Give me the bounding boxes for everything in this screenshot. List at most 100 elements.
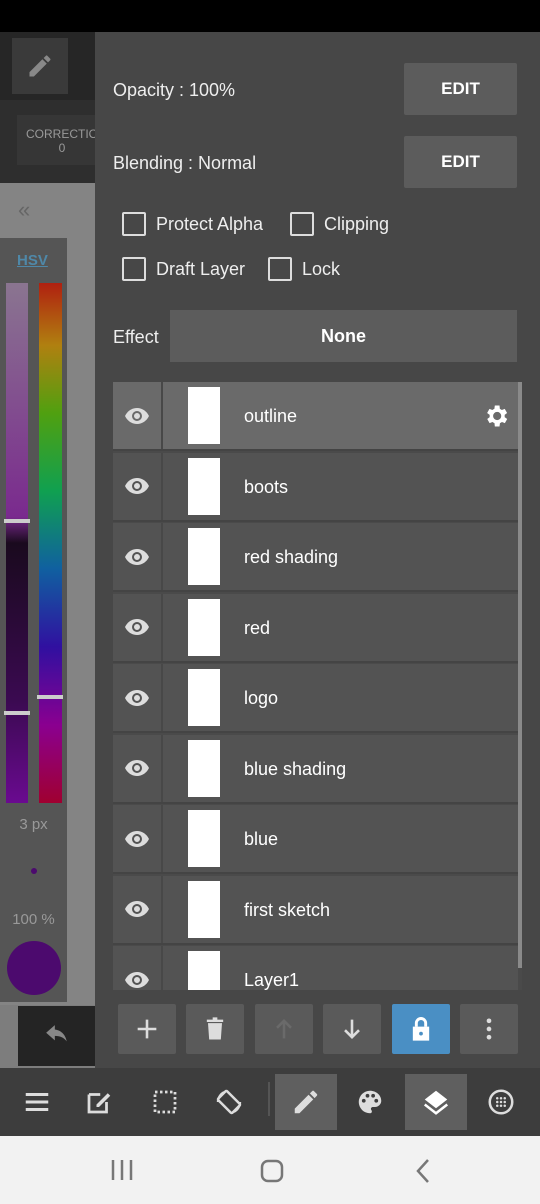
bottom-toolbar bbox=[0, 1068, 540, 1136]
checkbox-box[interactable] bbox=[268, 257, 292, 281]
move-up-layer-button[interactable] bbox=[255, 1004, 313, 1054]
trash-layer-button[interactable] bbox=[186, 1004, 244, 1054]
layer-row[interactable]: outline bbox=[113, 382, 518, 451]
layer-thumbnail bbox=[188, 739, 220, 797]
layer-name: red shading bbox=[244, 547, 339, 567]
draft-layer-checkbox[interactable]: Draft Layer bbox=[122, 257, 245, 281]
layer-name: boots bbox=[244, 476, 289, 497]
visibility-eye-icon[interactable] bbox=[113, 734, 163, 802]
palette-icon bbox=[358, 1090, 382, 1114]
back-icon[interactable] bbox=[415, 1158, 431, 1184]
layer-list[interactable]: outline boots red shading red logo blue shadi… bbox=[113, 382, 522, 990]
tool-bar bbox=[0, 32, 95, 100]
brush-opacity[interactable]: 100 % bbox=[0, 911, 67, 928]
selection-icon bbox=[153, 1090, 177, 1114]
protect-alpha-checkbox[interactable]: Protect Alpha bbox=[122, 212, 263, 236]
canvas-area: CORRECTIO 0 « HSV 3 px 100 % bbox=[0, 32, 95, 1068]
undo-button[interactable] bbox=[18, 1006, 95, 1066]
layer-settings-gear-icon[interactable] bbox=[482, 402, 510, 435]
visibility-eye-icon[interactable] bbox=[113, 523, 163, 590]
pencil-icon bbox=[294, 1090, 318, 1114]
hsv-tab[interactable]: HSV bbox=[17, 252, 48, 269]
more-vertical-layer-button[interactable] bbox=[460, 1004, 518, 1054]
layer-list-scrollbar[interactable] bbox=[518, 382, 522, 968]
pencil-tool-button[interactable] bbox=[275, 1074, 337, 1130]
undo-icon bbox=[45, 1025, 67, 1042]
palette-tool-button[interactable] bbox=[339, 1074, 401, 1130]
lock-checkbox[interactable]: Lock bbox=[268, 257, 340, 281]
visibility-eye-icon[interactable] bbox=[113, 452, 163, 520]
rotate-icon bbox=[216, 1089, 242, 1115]
layer-row[interactable]: red shading bbox=[113, 523, 518, 592]
move-down-layer-button[interactable] bbox=[323, 1004, 381, 1054]
visibility-eye-icon[interactable] bbox=[113, 946, 163, 990]
edit-tool-button[interactable] bbox=[68, 1074, 130, 1130]
layers-tool-button[interactable] bbox=[405, 1074, 467, 1130]
layer-thumbnail bbox=[188, 810, 220, 867]
current-color-swatch[interactable] bbox=[7, 941, 61, 995]
layers-icon bbox=[423, 1090, 449, 1115]
layer-row[interactable]: red bbox=[113, 593, 518, 663]
layer-name: blue shading bbox=[244, 758, 347, 779]
home-icon[interactable] bbox=[260, 1159, 284, 1183]
effect-select[interactable]: None bbox=[170, 310, 517, 362]
menu-tool-button[interactable] bbox=[6, 1074, 68, 1130]
layer-row[interactable]: first sketch bbox=[113, 875, 518, 945]
selection-tool-button[interactable] bbox=[134, 1074, 196, 1130]
checkbox-box[interactable] bbox=[122, 257, 146, 281]
layer-thumbnail bbox=[188, 598, 220, 656]
slider-knob[interactable] bbox=[4, 711, 30, 715]
brush-size[interactable]: 3 px bbox=[0, 816, 67, 833]
more-vertical-icon bbox=[486, 1018, 492, 1040]
correction-button[interactable]: CORRECTIO 0 bbox=[17, 115, 95, 165]
edit-icon bbox=[87, 1093, 111, 1114]
edit-blending-button[interactable]: EDIT bbox=[404, 136, 517, 188]
add-layer-button[interactable] bbox=[118, 1004, 176, 1054]
slider-knob[interactable] bbox=[37, 695, 63, 699]
correction-label: CORRECTIO bbox=[26, 127, 95, 141]
grid-icon bbox=[488, 1089, 514, 1115]
layer-row[interactable]: logo bbox=[113, 664, 518, 733]
visibility-eye-icon[interactable] bbox=[113, 805, 163, 872]
layer-name: first sketch bbox=[244, 899, 331, 920]
checkbox-label: Draft Layer bbox=[156, 258, 246, 279]
lock-layer-button[interactable] bbox=[392, 1004, 450, 1054]
toolbar-divider bbox=[268, 1082, 270, 1116]
menu-icon bbox=[25, 1093, 49, 1111]
layer-thumbnail bbox=[188, 387, 220, 444]
recent-apps-icon[interactable] bbox=[110, 1160, 134, 1180]
layer-row[interactable]: Layer1 bbox=[113, 946, 518, 990]
layer-name: outline bbox=[244, 406, 298, 426]
pencil-icon bbox=[29, 55, 51, 77]
checkbox-box[interactable] bbox=[122, 212, 146, 236]
slider-knob[interactable] bbox=[4, 519, 30, 523]
checkbox-label: Lock bbox=[302, 258, 341, 279]
color-panel: HSV 3 px 100 % bbox=[0, 238, 67, 1002]
layer-row[interactable]: boots bbox=[113, 452, 518, 522]
rotate-tool-button[interactable] bbox=[198, 1074, 260, 1130]
layer-row[interactable]: blue bbox=[113, 805, 518, 874]
brush-size-preview bbox=[31, 868, 37, 874]
visibility-eye-icon[interactable] bbox=[113, 382, 163, 449]
correction-value: 0 bbox=[58, 141, 66, 155]
status-bar bbox=[0, 0, 540, 32]
effect-label: Effect bbox=[113, 327, 159, 347]
grid-tool-button[interactable] bbox=[470, 1074, 532, 1130]
edit-opacity-button[interactable]: EDIT bbox=[404, 63, 517, 115]
saturation-slider[interactable] bbox=[6, 283, 28, 803]
visibility-eye-icon[interactable] bbox=[113, 664, 163, 731]
layer-row[interactable]: blue shading bbox=[113, 734, 518, 804]
system-nav-bar bbox=[0, 1136, 540, 1204]
blending-label: Blending : Normal bbox=[113, 153, 257, 173]
collapse-chevron-icon[interactable]: « bbox=[18, 197, 30, 223]
pen-tool-button[interactable] bbox=[12, 38, 68, 94]
layer-thumbnail bbox=[188, 669, 220, 726]
checkbox-box[interactable] bbox=[290, 212, 314, 236]
opacity-label: Opacity : 100% bbox=[113, 80, 236, 100]
layer-name: Layer1 bbox=[244, 970, 300, 990]
visibility-eye-icon[interactable] bbox=[113, 875, 163, 943]
hue-slider[interactable] bbox=[39, 283, 62, 803]
visibility-eye-icon[interactable] bbox=[113, 593, 163, 661]
move-up-icon bbox=[276, 1019, 292, 1039]
clipping-checkbox[interactable]: Clipping bbox=[290, 212, 389, 236]
